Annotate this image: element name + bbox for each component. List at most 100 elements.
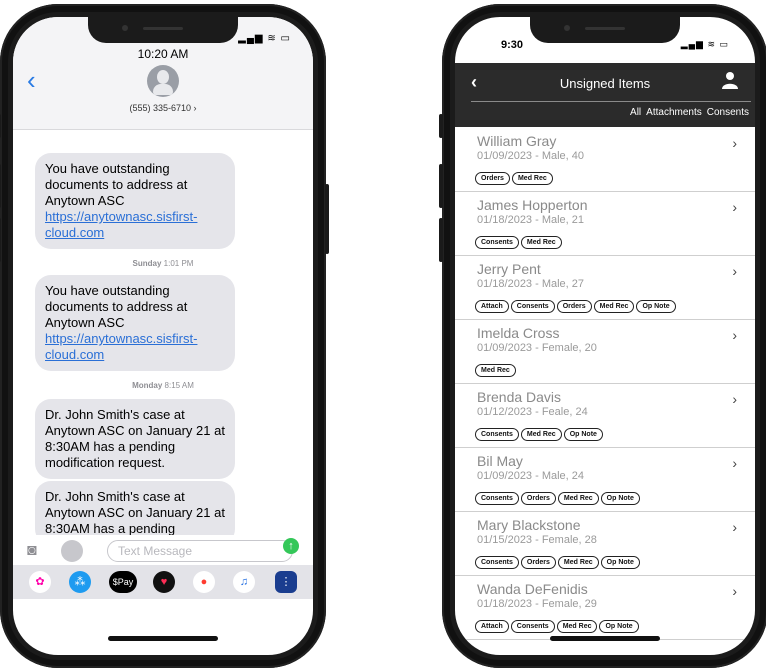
document-tag[interactable]: Consents <box>475 556 519 569</box>
home-indicator <box>550 636 660 641</box>
document-tag[interactable]: Op Note <box>636 300 676 313</box>
document-tag[interactable]: Consents <box>510 300 555 313</box>
message-bubble[interactable]: You have outstanding documents to addres… <box>35 275 235 371</box>
app-store-icon[interactable] <box>61 540 83 562</box>
document-tag[interactable]: Consents <box>510 620 555 633</box>
patient-meta: 01/09/2023 - Female, 20 <box>477 342 597 354</box>
music-icon[interactable]: ♫ <box>233 571 255 593</box>
unsigned-items-screen: 9:30 ▂▄▆ ≋ ▭ ‹ Unsigned Items All Attachm… <box>450 12 760 660</box>
patient-name: Brenda Davis <box>477 389 562 405</box>
patient-name: William Gray <box>477 133 557 149</box>
patient-meta: 01/15/2023 - Female, 28 <box>477 534 597 546</box>
document-tags: Consents Med Rec Op Note <box>475 423 605 441</box>
message-text: Dr. John Smith's case at Anytown ASC on … <box>45 407 225 470</box>
document-tag[interactable]: Consents <box>475 492 519 505</box>
home-indicator <box>108 636 218 641</box>
tab-consents[interactable]: Consents <box>707 107 749 118</box>
patient-name: Bil May <box>477 453 523 469</box>
document-tag[interactable]: Consents <box>475 236 519 249</box>
patient-row[interactable]: Jerry Pent 01/18/2023 - Male, 27 › Attach Co… <box>455 255 755 320</box>
document-tag[interactable]: Med Rec <box>520 236 562 249</box>
document-tag[interactable]: Med Rec <box>593 300 635 313</box>
document-tag[interactable]: Orders <box>520 492 556 505</box>
message-thread[interactable]: You have outstanding documents to addres… <box>13 129 313 535</box>
document-tag[interactable]: Med Rec <box>556 620 598 633</box>
patient-row[interactable]: Brenda Davis 01/12/2023 - Feale, 24 › Conse… <box>455 383 755 448</box>
message-link[interactable]: https://anytownasc.sisfirst-cloud.com <box>45 209 197 240</box>
document-tag[interactable]: Med Rec <box>520 428 562 441</box>
patient-list[interactable]: William Gray 01/09/2023 - Male, 40 › Orders… <box>455 127 755 655</box>
document-tag[interactable]: Med Rec <box>557 556 599 569</box>
document-tag[interactable]: Orders <box>520 556 556 569</box>
patient-row[interactable]: Bil May 01/09/2023 - Male, 24 › Consents Ord… <box>455 447 755 512</box>
chevron-right-icon[interactable]: › <box>732 199 737 215</box>
patient-name: Jerry Pent <box>477 261 541 277</box>
messages-screen: ▂▄▆ ≋ ▭ 10:20 AM ‹ (555) 335-6710 › You … <box>8 12 318 660</box>
document-tags: Consents Med Rec <box>475 231 564 249</box>
document-tag[interactable]: Attach <box>475 300 509 313</box>
phone-frame-left: ▂▄▆ ≋ ▭ 10:20 AM ‹ (555) 335-6710 › You … <box>0 4 329 668</box>
document-tag[interactable]: Med Rec <box>475 364 516 377</box>
chevron-right-icon[interactable]: › <box>732 135 737 151</box>
more-apps-icon[interactable]: ⋮ <box>275 571 297 593</box>
camera-icon[interactable]: ◙ <box>27 542 37 560</box>
tab-all[interactable]: All <box>630 107 641 118</box>
send-icon[interactable]: ↑ <box>283 538 299 554</box>
document-tag[interactable]: Orders <box>475 172 510 185</box>
patient-meta: 01/18/2023 - Male, 27 <box>477 278 585 290</box>
document-tag[interactable]: Med Rec <box>511 172 553 185</box>
patient-meta: 01/09/2023 - Male, 40 <box>477 150 585 162</box>
tab-attachments[interactable]: Attachments <box>646 107 702 118</box>
mute-switch <box>0 114 1 138</box>
message-bubble[interactable]: You have outstanding documents to addres… <box>35 153 235 249</box>
back-chevron-icon[interactable]: ‹ <box>27 67 36 93</box>
status-icons: ▂▄▆ ≋ ▭ <box>238 33 291 44</box>
apple-pay-icon[interactable]: $Pay <box>109 571 137 593</box>
document-tag[interactable]: Op Note <box>599 620 639 633</box>
header-time: 10:20 AM <box>137 47 189 61</box>
patient-row[interactable]: James Hopperton 01/18/2023 - Male, 21 › Con… <box>455 191 755 256</box>
chevron-right-icon[interactable]: › <box>732 391 737 407</box>
heart-icon[interactable]: ♥ <box>153 571 175 593</box>
app-header: ‹ Unsigned Items All Attachments Consents <box>455 63 755 127</box>
patient-row[interactable]: Imelda Cross 01/09/2023 - Female, 20 › Med … <box>455 319 755 384</box>
document-tag[interactable]: Attach <box>475 620 509 633</box>
notch <box>530 17 680 43</box>
document-tags: Attach Consents Orders Med Rec Op Note <box>475 295 678 313</box>
timestamp: Monday 8:15 AM <box>132 381 194 390</box>
chevron-right-icon[interactable]: › <box>732 455 737 471</box>
contact-avatar[interactable] <box>147 65 179 97</box>
document-tag[interactable]: Op Note <box>600 492 640 505</box>
app-tray: ✿ ⁂ $Pay ♥ ● ♫ ⋮ <box>13 565 313 599</box>
user-icon[interactable] <box>721 71 739 89</box>
patient-row[interactable]: William Gray 01/09/2023 - Male, 40 › Orders… <box>455 127 755 192</box>
document-tag[interactable]: Op Note <box>600 556 640 569</box>
volume-down-button <box>439 218 443 262</box>
patient-row[interactable]: Wanda DeFenidis 01/18/2023 - Female, 29 › A… <box>455 575 755 640</box>
message-bubble[interactable]: Dr. John Smith's case at Anytown ASC on … <box>35 399 235 479</box>
photos-icon[interactable]: ✿ <box>29 571 51 593</box>
message-bubble[interactable]: Dr. John Smith's case at Anytown ASC on … <box>35 481 235 535</box>
message-input[interactable]: Text Message <box>107 540 293 562</box>
message-text: You have outstanding documents to addres… <box>45 283 188 330</box>
chevron-right-icon[interactable]: › <box>732 263 737 279</box>
notch <box>88 17 238 43</box>
document-tag[interactable]: Med Rec <box>557 492 599 505</box>
patient-meta: 01/18/2023 - Female, 29 <box>477 598 597 610</box>
document-tag[interactable]: Orders <box>556 300 592 313</box>
location-icon[interactable]: ● <box>193 571 215 593</box>
document-tag[interactable]: Op Note <box>563 428 603 441</box>
app-store-icon[interactable]: ⁂ <box>69 571 91 593</box>
volume-down-button <box>0 218 1 262</box>
chevron-right-icon[interactable]: › <box>732 583 737 599</box>
contact-number[interactable]: (555) 335-6710 › <box>13 103 313 113</box>
document-tag[interactable]: Consents <box>475 428 519 441</box>
message-link[interactable]: https://anytownasc.sisfirst-cloud.com <box>45 331 197 362</box>
patient-name: Imelda Cross <box>477 325 560 341</box>
chevron-right-icon[interactable]: › <box>732 519 737 535</box>
chevron-right-icon[interactable]: › <box>732 327 737 343</box>
filter-tabs: All Attachments Consents <box>625 107 749 118</box>
document-tags: Consents Orders Med Rec Op Note <box>475 487 642 505</box>
compose-bar: ◙ Text Message ↑ <box>13 535 313 567</box>
patient-row[interactable]: Mary Blackstone 01/15/2023 - Female, 28 › C… <box>455 511 755 576</box>
